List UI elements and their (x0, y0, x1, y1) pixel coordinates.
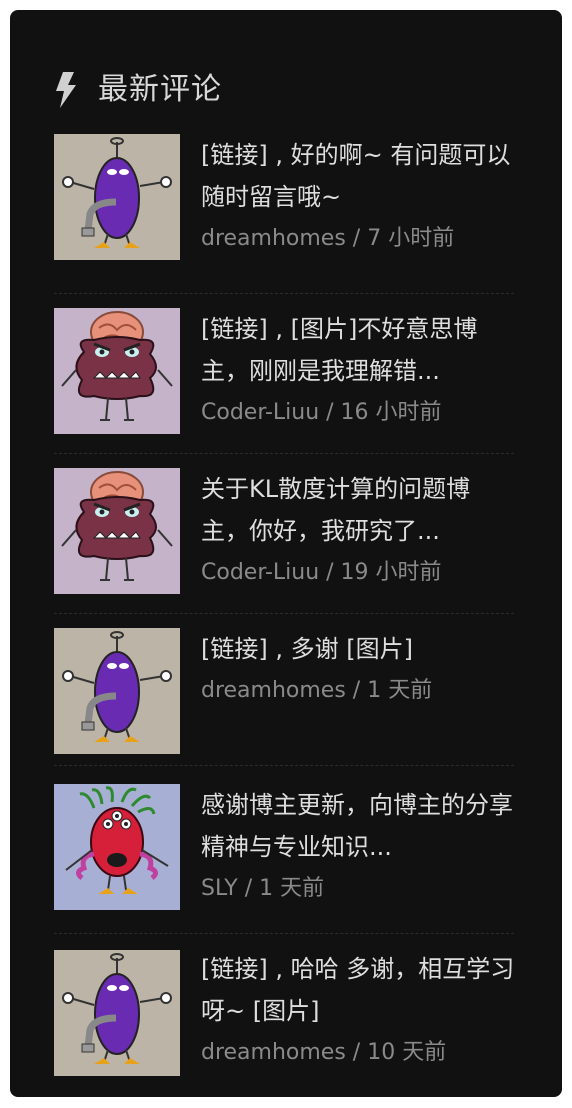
comment-text[interactable]: [链接] , 多谢 [图片] (201, 628, 516, 670)
comment-item[interactable]: [链接] , 多谢 [图片] dreamhomes / 1 天前 (54, 614, 514, 766)
purple-monster-avatar[interactable] (54, 950, 180, 1076)
comment-meta: Coder-Liuu / 19 小时前 (201, 560, 442, 585)
comment-meta: dreamhomes / 1 天前 (201, 678, 433, 703)
comment-text[interactable]: 感谢博主更新，向博主的分享精神与专业知识... (201, 784, 516, 868)
comment-list: [链接] , 好的啊~ 有问题可以随时留言哦~ dreamhomes / 7 小… (54, 134, 514, 1094)
comment-text[interactable]: [链接] , [图片]不好意思博主，刚刚是我理解错... (201, 308, 516, 392)
comment-text[interactable]: [链接] , 好的啊~ 有问题可以随时留言哦~ (201, 134, 516, 218)
brain-monster-avatar[interactable] (54, 308, 180, 434)
recent-comments-widget: 最新评论 [链接] , 好的啊~ 有问题可以随时留言哦~ dreamhomes … (10, 10, 562, 1097)
comment-meta: Coder-Liuu / 16 小时前 (201, 400, 442, 425)
widget-title: 最新评论 (98, 72, 222, 107)
comment-item[interactable]: 感谢博主更新，向博主的分享精神与专业知识... SLY / 1 天前 (54, 766, 514, 934)
comment-meta: dreamhomes / 10 天前 (201, 1040, 447, 1065)
comment-item[interactable]: [链接] , 好的啊~ 有问题可以随时留言哦~ dreamhomes / 7 小… (54, 134, 514, 294)
purple-monster-avatar[interactable] (54, 134, 180, 260)
comment-item[interactable]: [链接] , [图片]不好意思博主，刚刚是我理解错... Coder-Liuu … (54, 294, 514, 454)
comment-item[interactable]: [链接] , 哈哈 多谢，相互学习呀~ [图片] dreamhomes / 10… (54, 934, 514, 1094)
purple-monster-avatar[interactable] (54, 628, 180, 754)
comment-item[interactable]: 关于KL散度计算的问题博主，你好，我研究了... Coder-Liuu / 19… (54, 454, 514, 614)
red-monster-avatar[interactable] (54, 784, 180, 910)
comment-meta: SLY / 1 天前 (201, 876, 325, 901)
bolt-icon (56, 72, 76, 108)
brain-monster-avatar[interactable] (54, 468, 180, 594)
comment-text[interactable]: [链接] , 哈哈 多谢，相互学习呀~ [图片] (201, 948, 516, 1032)
widget-header: 最新评论 (54, 62, 222, 118)
comment-text[interactable]: 关于KL散度计算的问题博主，你好，我研究了... (201, 468, 516, 552)
comment-meta: dreamhomes / 7 小时前 (201, 226, 455, 251)
